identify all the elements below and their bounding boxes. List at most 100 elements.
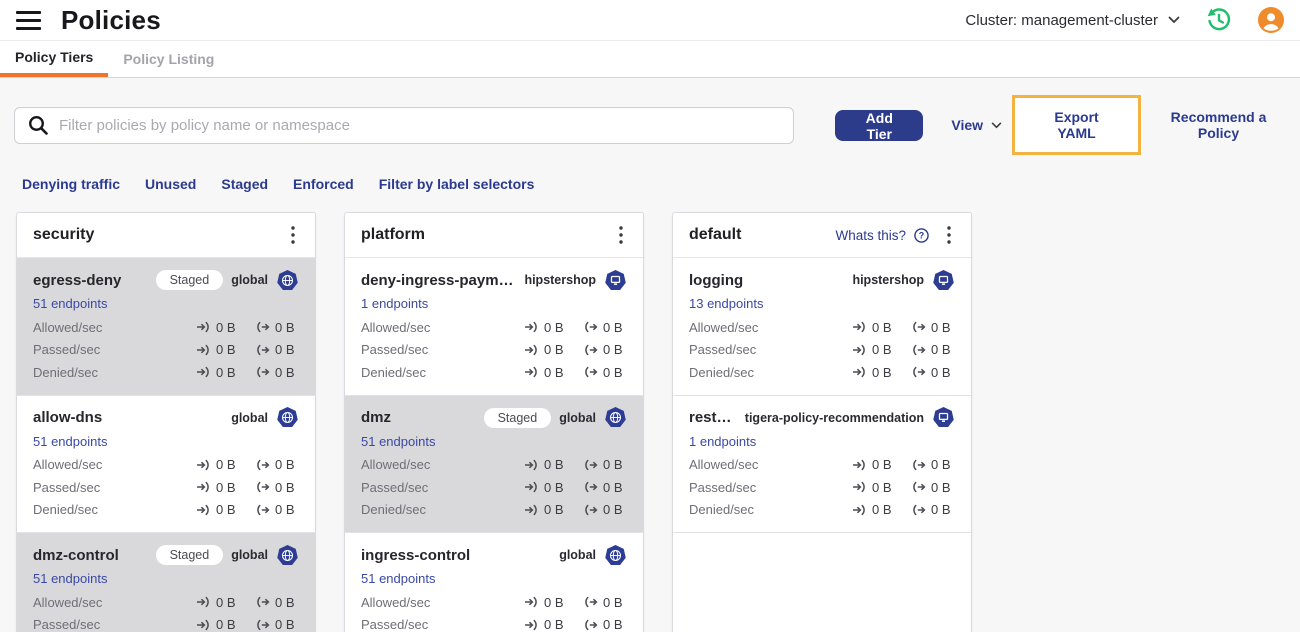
metric-label: Allowed/sec [33,594,103,610]
cluster-selector[interactable]: Cluster: management-cluster [965,12,1180,29]
metric-row: Denied/sec 0 B 0 B [33,499,299,522]
endpoints-link[interactable]: 1 endpoints [361,296,428,311]
metric-label: Denied/sec [361,364,427,380]
filter-staged[interactable]: Staged [221,176,268,192]
policy-scope: global [231,548,268,562]
metric-row: Denied/sec 0 B 0 B [689,361,955,384]
filter-denying-traffic[interactable]: Denying traffic [22,176,120,192]
tab-policy-listing[interactable]: Policy Listing [108,41,229,77]
outbound-metric: 0 B [255,365,299,380]
metric-label: Allowed/sec [33,319,103,335]
outbound-metric: 0 B [911,365,955,380]
inbound-metric: 0 B [196,342,240,357]
tier-column-default: default Whats this? logging hipstershop … [672,212,972,632]
policy-card-allow-dns[interactable]: allow-dns global 51 endpoints Allowed/se… [17,395,315,533]
avatar-icon [1258,7,1284,33]
endpoints-link[interactable]: 51 endpoints [361,571,435,586]
metric-row: Allowed/sec 0 B 0 B [689,454,955,477]
hamburger-menu-icon[interactable] [16,10,41,30]
policy-search[interactable] [14,106,795,144]
filter-unused[interactable]: Unused [145,176,196,192]
policy-name: ingress-control [361,546,471,564]
tier-name: default [689,226,742,243]
policy-card-restricted[interactable]: restricted tigera-policy-recommendation … [673,395,971,533]
outbound-arrow-icon [583,596,598,608]
outbound-metric: 0 B [255,342,299,357]
metric-label: Passed/sec [689,479,757,495]
namespace-policy-icon [932,406,955,429]
whats-this-link[interactable]: Whats this? [835,228,906,243]
outbound-arrow-icon [583,366,598,378]
staged-badge: Staged [483,407,552,428]
endpoints-link[interactable]: 51 endpoints [33,571,107,586]
metric-row: Denied/sec 0 B 0 B [361,361,627,384]
filter-label-selectors[interactable]: Filter by label selectors [379,176,535,192]
staged-badge: Staged [155,270,224,290]
policy-name: dmz-control [33,546,119,564]
policy-namespace: tigera-policy-recommendation [744,410,924,425]
metric-row: Allowed/sec 0 B 0 B [33,316,299,339]
kebab-icon [947,226,951,244]
outbound-arrow-icon [255,366,270,378]
chevron-down-icon [1168,16,1180,24]
tier-menu-button[interactable] [615,224,627,246]
outbound-arrow-icon [583,321,598,333]
inbound-metric: 0 B [852,480,896,495]
namespace-policy-icon [604,269,627,292]
metric-row: Passed/sec 0 B 0 B [33,476,299,499]
metric-label: Passed/sec [33,342,101,358]
kebab-icon [619,226,623,244]
inbound-metric: 0 B [524,502,568,517]
outbound-metric: 0 B [583,457,627,472]
add-tier-button[interactable]: Add Tier [835,109,924,142]
export-yaml-button[interactable]: Export YAML [1015,98,1138,152]
endpoints-link[interactable]: 51 endpoints [33,434,107,449]
inbound-arrow-icon [852,344,867,356]
metric-label: Allowed/sec [689,319,759,335]
user-avatar[interactable] [1258,7,1284,33]
inbound-metric: 0 B [524,365,568,380]
tab-policy-tiers[interactable]: Policy Tiers [0,41,109,77]
metric-label: Passed/sec [361,342,429,358]
empty-tier-space [673,533,971,632]
tier-column-security: security egress-deny Staged global 51 en… [16,212,316,632]
search-icon [27,114,49,136]
policy-name: egress-deny [33,271,122,289]
recommend-policy-button[interactable]: Recommend a Policy [1151,109,1286,141]
endpoints-link[interactable]: 51 endpoints [361,434,435,449]
inbound-arrow-icon [524,344,539,356]
filter-enforced[interactable]: Enforced [293,176,354,192]
outbound-metric: 0 B [255,617,299,632]
metric-row: Passed/sec 0 B 0 B [33,614,299,632]
tier-menu-button[interactable] [943,224,955,246]
metric-row: Denied/sec 0 B 0 B [33,361,299,384]
policy-name: logging [689,271,744,289]
inbound-arrow-icon [852,481,867,493]
endpoints-link[interactable]: 1 endpoints [689,434,756,449]
tier-header: platform [345,213,643,258]
tier-header: default Whats this? [673,213,971,258]
question-circle-icon[interactable] [914,228,929,243]
inbound-metric: 0 B [196,595,240,610]
outbound-metric: 0 B [911,480,955,495]
policy-card-deny-ingress-paymentservice[interactable]: deny-ingress-paymentservi… hipstershop 1… [345,258,643,396]
inbound-arrow-icon [524,366,539,378]
policy-card-dmz[interactable]: dmz Staged global 51 endpoints Allowed/s… [345,395,643,533]
view-button[interactable]: View [951,117,1002,133]
search-input[interactable] [59,116,782,134]
tier-menu-button[interactable] [287,224,299,246]
endpoints-link[interactable]: 51 endpoints [33,296,107,311]
policy-card-logging[interactable]: logging hipstershop 13 endpoints Allowed… [673,258,971,396]
endpoints-link[interactable]: 13 endpoints [689,296,763,311]
policy-card-ingress-control[interactable]: ingress-control global 51 endpoints Allo… [345,533,643,632]
history-button[interactable] [1206,7,1232,33]
policy-card-dmz-control[interactable]: dmz-control Staged global 51 endpoints A… [17,533,315,632]
inbound-metric: 0 B [524,617,568,632]
outbound-arrow-icon [255,596,270,608]
policy-card-egress-deny[interactable]: egress-deny Staged global 51 endpoints A… [17,258,315,396]
global-policy-icon [604,406,627,429]
inbound-arrow-icon [196,619,211,631]
inbound-arrow-icon [852,321,867,333]
policy-name: dmz [361,409,391,426]
kebab-icon [291,226,295,244]
